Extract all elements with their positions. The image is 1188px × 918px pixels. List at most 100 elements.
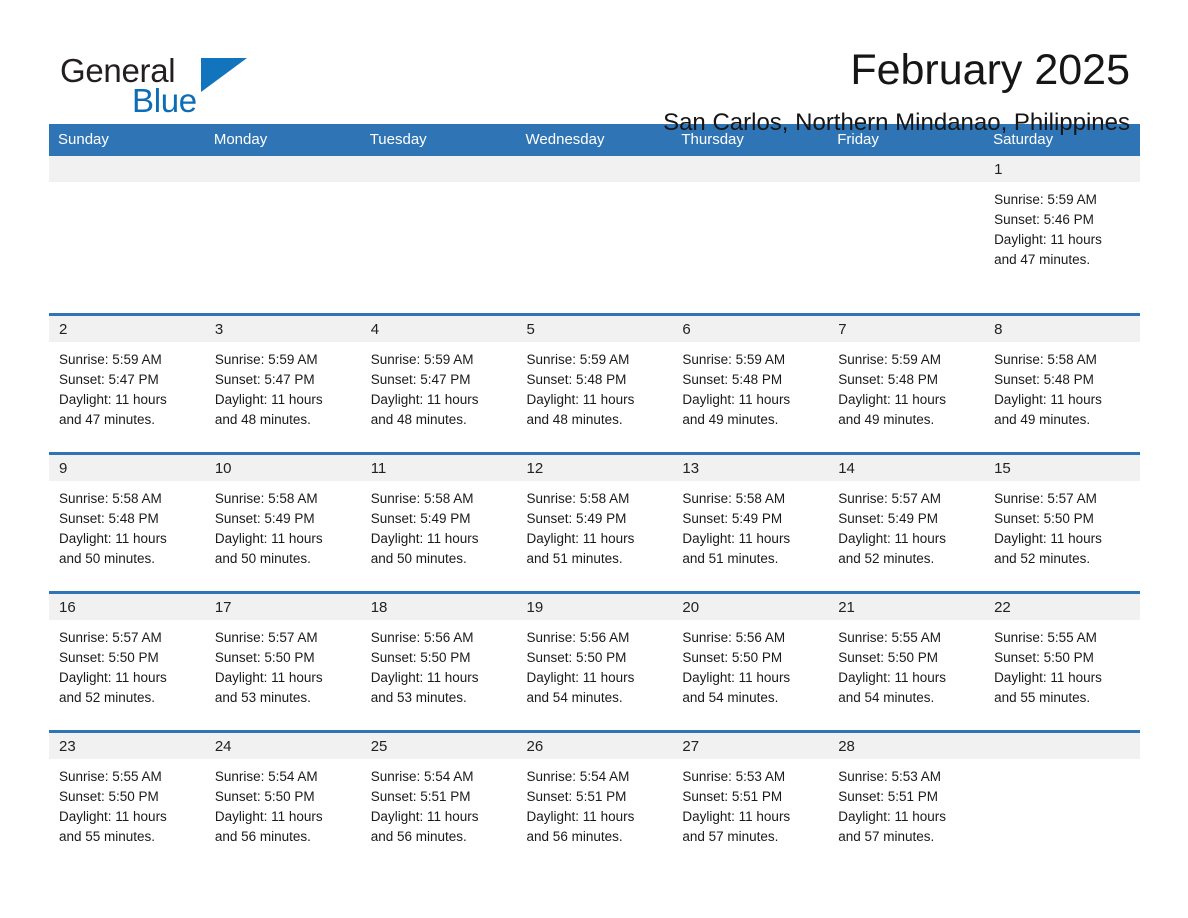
daylight-text-line1: Daylight: 11 hours bbox=[838, 809, 947, 824]
day-cell-details[interactable] bbox=[361, 182, 517, 287]
day-cell-number[interactable]: 17 bbox=[204, 594, 361, 620]
day-cell-details[interactable]: Sunrise: 5:59 AM Sunset: 5:46 PM Dayligh… bbox=[984, 182, 1140, 287]
day-cell-details[interactable]: Sunrise: 5:58 AM Sunset: 5:49 PM Dayligh… bbox=[517, 481, 673, 569]
sunset-text: Sunset: 5:50 PM bbox=[838, 650, 939, 665]
day-cell-number[interactable] bbox=[984, 733, 1140, 759]
day-cell-details[interactable]: Sunrise: 5:59 AM Sunset: 5:47 PM Dayligh… bbox=[361, 342, 517, 430]
day-cell-details[interactable]: Sunrise: 5:59 AM Sunset: 5:48 PM Dayligh… bbox=[828, 342, 984, 430]
day-cell-details[interactable]: Sunrise: 5:59 AM Sunset: 5:47 PM Dayligh… bbox=[49, 342, 205, 430]
day-cell-details[interactable]: Sunrise: 5:55 AM Sunset: 5:50 PM Dayligh… bbox=[828, 620, 984, 708]
day-cell-details[interactable]: Sunrise: 5:57 AM Sunset: 5:49 PM Dayligh… bbox=[828, 481, 984, 569]
day-cell-details[interactable]: Sunrise: 5:54 AM Sunset: 5:51 PM Dayligh… bbox=[517, 759, 673, 847]
day-cell-number[interactable]: 13 bbox=[672, 455, 829, 481]
daylight-text-line2: and 49 minutes. bbox=[682, 412, 779, 427]
day-cell-details[interactable]: Sunrise: 5:58 AM Sunset: 5:49 PM Dayligh… bbox=[361, 481, 517, 569]
day-cell-number[interactable]: 27 bbox=[672, 733, 829, 759]
sunrise-text: Sunrise: 5:54 AM bbox=[370, 769, 474, 784]
daylight-text-line2: and 51 minutes. bbox=[682, 551, 779, 566]
day-cell-details[interactable]: Sunrise: 5:58 AM Sunset: 5:48 PM Dayligh… bbox=[49, 481, 205, 569]
day-cell-details[interactable]: Sunrise: 5:56 AM Sunset: 5:50 PM Dayligh… bbox=[517, 620, 673, 708]
day-cell-details[interactable] bbox=[49, 182, 205, 287]
day-cell-details[interactable]: Sunrise: 5:57 AM Sunset: 5:50 PM Dayligh… bbox=[984, 481, 1140, 569]
sunset-text: Sunset: 5:49 PM bbox=[214, 511, 315, 526]
day-cell-number[interactable] bbox=[516, 156, 673, 182]
day-cell-details[interactable]: Sunrise: 5:56 AM Sunset: 5:50 PM Dayligh… bbox=[361, 620, 517, 708]
day-cell-details[interactable] bbox=[828, 182, 984, 287]
day-cell-details[interactable] bbox=[672, 182, 828, 287]
daylight-text-line1: Daylight: 11 hours bbox=[214, 392, 323, 407]
day-cell-details[interactable] bbox=[205, 182, 361, 287]
day-cell-number[interactable]: 26 bbox=[516, 733, 673, 759]
day-cell-number[interactable]: 10 bbox=[204, 455, 361, 481]
day-cell-details[interactable]: Sunrise: 5:58 AM Sunset: 5:49 PM Dayligh… bbox=[672, 481, 828, 569]
day-cell-number[interactable]: 4 bbox=[360, 316, 517, 342]
daylight-text-line1: Daylight: 11 hours bbox=[59, 392, 167, 407]
day-cell-details[interactable]: Sunrise: 5:53 AM Sunset: 5:51 PM Dayligh… bbox=[828, 759, 984, 847]
day-cell-details[interactable]: Sunrise: 5:54 AM Sunset: 5:50 PM Dayligh… bbox=[205, 759, 361, 847]
sunset-text: Sunset: 5:50 PM bbox=[994, 650, 1094, 665]
sunrise-text: Sunrise: 5:58 AM bbox=[370, 491, 474, 506]
day-cell-number[interactable]: 3 bbox=[204, 316, 361, 342]
daylight-text-line2: and 52 minutes. bbox=[838, 551, 935, 566]
sunset-text: Sunset: 5:50 PM bbox=[214, 789, 315, 804]
day-cell-details[interactable]: Sunrise: 5:56 AM Sunset: 5:50 PM Dayligh… bbox=[672, 620, 828, 708]
day-cell-number[interactable] bbox=[672, 156, 829, 182]
daylight-text-line1: Daylight: 11 hours bbox=[370, 670, 479, 685]
day-cell-details[interactable]: Sunrise: 5:54 AM Sunset: 5:51 PM Dayligh… bbox=[361, 759, 517, 847]
day-cell-details[interactable] bbox=[517, 182, 673, 287]
week-4-details: Sunrise: 5:57 AM Sunset: 5:50 PM Dayligh… bbox=[49, 620, 1140, 708]
sunrise-text: Sunrise: 5:59 AM bbox=[59, 352, 162, 367]
day-cell-details[interactable]: Sunrise: 5:58 AM Sunset: 5:48 PM Dayligh… bbox=[984, 342, 1140, 430]
sunset-text: Sunset: 5:50 PM bbox=[994, 511, 1094, 526]
day-cell-number[interactable]: 18 bbox=[360, 594, 517, 620]
day-cell-details[interactable]: Sunrise: 5:53 AM Sunset: 5:51 PM Dayligh… bbox=[672, 759, 828, 847]
day-cell-number[interactable] bbox=[828, 156, 985, 182]
daylight-text-line1: Daylight: 11 hours bbox=[994, 670, 1102, 685]
day-cell-details[interactable] bbox=[984, 759, 1140, 847]
day-cell-details[interactable]: Sunrise: 5:57 AM Sunset: 5:50 PM Dayligh… bbox=[205, 620, 361, 708]
day-cell-details[interactable]: Sunrise: 5:57 AM Sunset: 5:50 PM Dayligh… bbox=[49, 620, 205, 708]
day-cell-details[interactable]: Sunrise: 5:59 AM Sunset: 5:48 PM Dayligh… bbox=[672, 342, 828, 430]
day-cell-details[interactable]: Sunrise: 5:55 AM Sunset: 5:50 PM Dayligh… bbox=[984, 620, 1140, 708]
daylight-text-line1: Daylight: 11 hours bbox=[370, 392, 479, 407]
general-blue-logo[interactable]: General Blue bbox=[57, 46, 257, 117]
day-cell-details[interactable]: Sunrise: 5:59 AM Sunset: 5:47 PM Dayligh… bbox=[205, 342, 361, 430]
day-cell-number[interactable]: 14 bbox=[828, 455, 985, 481]
day-cell-number[interactable]: 24 bbox=[204, 733, 361, 759]
day-cell-number[interactable]: 16 bbox=[49, 594, 205, 620]
day-cell-number[interactable]: 19 bbox=[516, 594, 673, 620]
day-cell-number[interactable]: 11 bbox=[360, 455, 517, 481]
day-cell-number[interactable]: 2 bbox=[49, 316, 205, 342]
day-cell-number[interactable]: 9 bbox=[49, 455, 205, 481]
daylight-text-line1: Daylight: 11 hours bbox=[59, 531, 167, 546]
day-cell-number[interactable]: 21 bbox=[828, 594, 985, 620]
daylight-text-line1: Daylight: 11 hours bbox=[370, 809, 479, 824]
day-cell-number[interactable]: 1 bbox=[984, 156, 1140, 182]
daylight-text-line2: and 50 minutes. bbox=[214, 551, 311, 566]
day-cell-number[interactable]: 12 bbox=[516, 455, 673, 481]
week-spacer bbox=[49, 569, 1140, 591]
day-cell-number[interactable] bbox=[204, 156, 361, 182]
day-cell-number[interactable]: 7 bbox=[828, 316, 985, 342]
day-cell-number[interactable]: 6 bbox=[672, 316, 829, 342]
day-cell-number[interactable]: 23 bbox=[49, 733, 205, 759]
daylight-text-line1: Daylight: 11 hours bbox=[526, 531, 635, 546]
day-cell-number[interactable]: 25 bbox=[360, 733, 517, 759]
sunrise-text: Sunrise: 5:53 AM bbox=[682, 769, 786, 784]
day-cell-number[interactable]: 20 bbox=[672, 594, 829, 620]
day-cell-details[interactable]: Sunrise: 5:58 AM Sunset: 5:49 PM Dayligh… bbox=[205, 481, 361, 569]
day-cell-number[interactable] bbox=[360, 156, 517, 182]
day-cell-number[interactable]: 15 bbox=[984, 455, 1140, 481]
day-cell-details[interactable]: Sunrise: 5:55 AM Sunset: 5:50 PM Dayligh… bbox=[49, 759, 205, 847]
sunset-text: Sunset: 5:50 PM bbox=[526, 650, 627, 665]
daylight-text-line1: Daylight: 11 hours bbox=[526, 809, 635, 824]
day-cell-number[interactable]: 8 bbox=[984, 316, 1140, 342]
logo-triangle-icon bbox=[201, 58, 247, 92]
day-cell-number[interactable]: 22 bbox=[984, 594, 1140, 620]
day-cell-number[interactable]: 5 bbox=[516, 316, 673, 342]
day-cell-details[interactable]: Sunrise: 5:59 AM Sunset: 5:48 PM Dayligh… bbox=[517, 342, 673, 430]
day-cell-number[interactable]: 28 bbox=[828, 733, 985, 759]
daylight-text-line2: and 54 minutes. bbox=[682, 690, 779, 705]
daylight-text-line1: Daylight: 11 hours bbox=[214, 670, 323, 685]
day-cell-number[interactable] bbox=[49, 156, 205, 182]
